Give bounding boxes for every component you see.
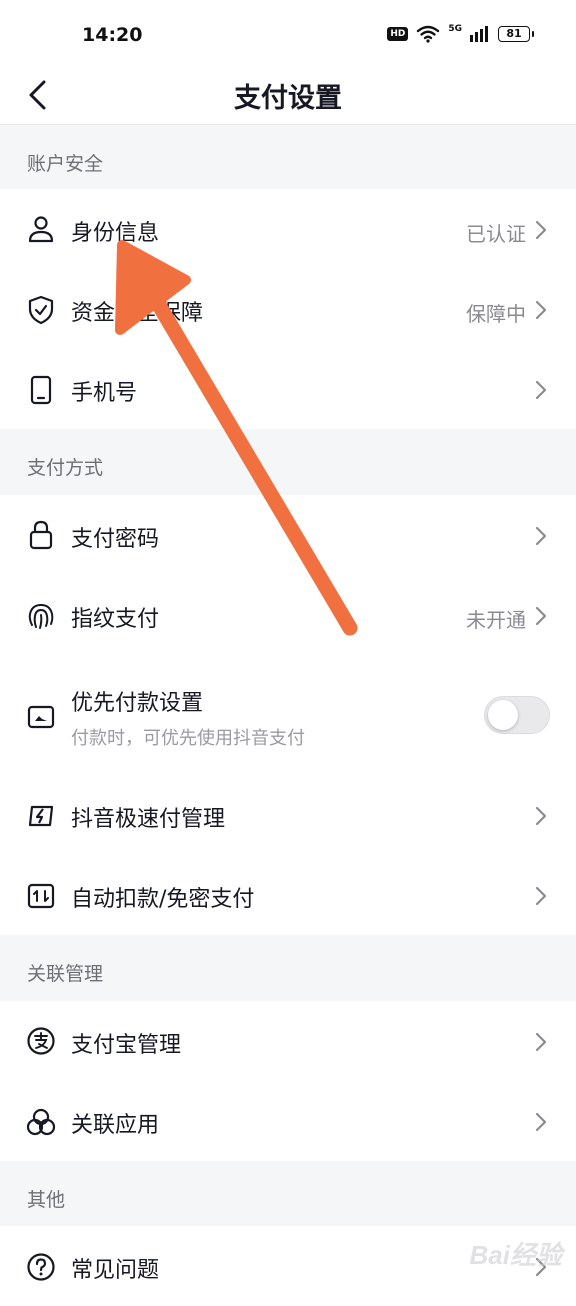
row-alipay-management[interactable]: 支付宝管理: [0, 1001, 576, 1081]
chevron-right-icon: [535, 220, 547, 240]
chevron-right-icon: [535, 300, 547, 320]
section-header-account-security: 账户安全: [0, 125, 576, 189]
row-label: 抖音极速付管理: [71, 807, 226, 832]
section-header-payment-methods: 支付方式: [0, 429, 576, 493]
row-label: 自动扣款/免密支付: [71, 887, 255, 912]
chevron-right-icon: [535, 606, 547, 626]
linked-apps-icon: [26, 1108, 56, 1136]
row-label: 手机号: [71, 381, 138, 406]
chevron-right-icon: [535, 380, 547, 400]
row-phone-number[interactable]: 手机号: [0, 349, 576, 429]
row-value: 未开通: [466, 608, 526, 632]
section-title: 关联管理: [27, 963, 104, 985]
page-title: 支付设置: [234, 83, 342, 114]
question-icon: [27, 1253, 55, 1281]
wallet-icon: [27, 705, 55, 729]
hd-badge: HD: [387, 27, 409, 41]
shield-check-icon: [28, 295, 54, 325]
chevron-right-icon: [535, 886, 547, 906]
row-label: 关联应用: [71, 1113, 160, 1138]
row-label: 身份信息: [71, 221, 160, 246]
toggle-knob: [488, 700, 518, 730]
row-linked-apps[interactable]: 关联应用: [0, 1081, 576, 1161]
battery-indicator: 81: [498, 26, 534, 42]
priority-payment-toggle[interactable]: [484, 696, 550, 734]
watermark: Bai经验: [469, 1240, 562, 1270]
alipay-icon: [27, 1027, 55, 1055]
chevron-right-icon: [535, 1032, 547, 1052]
row-express-pay[interactable]: 抖音极速付管理: [0, 775, 576, 855]
row-priority-payment: 优先付款设置 付款时，可优先使用抖音支付: [0, 655, 576, 775]
network-5g-label: 5G: [448, 23, 462, 34]
section-header-linked: 关联管理: [0, 935, 576, 999]
row-fund-security[interactable]: 资金安全保障 保障中: [0, 269, 576, 349]
status-bar: 14:20 HD 5G 81: [0, 0, 576, 66]
row-label: 资金安全保障: [71, 301, 204, 326]
section-title: 支付方式: [27, 457, 104, 479]
chevron-right-icon: [535, 806, 547, 826]
status-icons: HD 5G 81: [387, 23, 534, 43]
row-label: 指纹支付: [71, 607, 160, 632]
wifi-icon: [417, 25, 440, 43]
chevron-right-icon: [535, 1112, 547, 1132]
row-identity-info[interactable]: 身份信息 已认证: [0, 189, 576, 269]
signal-icon: [470, 26, 488, 42]
row-auto-debit[interactable]: 自动扣款/免密支付: [0, 855, 576, 935]
person-icon: [28, 216, 54, 243]
lock-icon: [29, 520, 53, 550]
row-label: 支付密码: [71, 527, 160, 552]
row-label: 常见问题: [71, 1258, 160, 1283]
auto-pay-icon: [27, 883, 55, 909]
row-fingerprint-pay[interactable]: 指纹支付 未开通: [0, 575, 576, 655]
phone-icon: [30, 375, 52, 405]
row-subtitle: 付款时，可优先使用抖音支付: [71, 728, 305, 749]
nav-bar: 支付设置: [0, 66, 576, 125]
row-value: 已认证: [466, 222, 526, 246]
section-header-other: 其他: [0, 1161, 576, 1225]
row-value: 保障中: [466, 302, 526, 326]
section-title: 其他: [27, 1189, 66, 1211]
section-title: 账户安全: [27, 153, 104, 175]
status-time: 14:20: [82, 24, 143, 46]
chevron-right-icon: [535, 526, 547, 546]
row-label: 支付宝管理: [71, 1033, 182, 1058]
lightning-icon: [28, 805, 54, 827]
row-payment-password[interactable]: 支付密码: [0, 495, 576, 575]
fingerprint-icon: [28, 603, 54, 629]
row-label: 优先付款设置: [71, 691, 204, 716]
